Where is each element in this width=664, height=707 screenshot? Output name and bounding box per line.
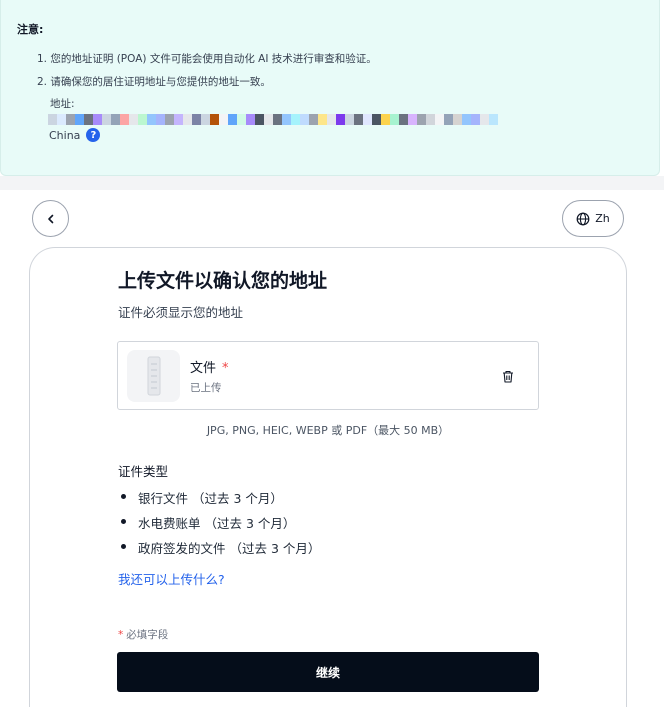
redaction-block [183,114,192,125]
globe-icon [576,212,590,225]
file-upload-field[interactable]: 文件 * 已上传 [117,341,539,410]
address-country: China ? [49,128,101,142]
language-button[interactable]: Zh [562,200,624,237]
redaction-block [480,114,489,125]
redaction-block [372,114,381,125]
redaction-block [228,114,237,125]
required-star: * [222,361,229,376]
redaction-block [264,114,273,125]
redaction-block [354,114,363,125]
redaction-block [66,114,75,125]
address-label: 地址: [50,98,75,110]
redaction-block [444,114,453,125]
chevron-left-icon [47,214,53,223]
continue-button[interactable]: 继续 [117,652,539,692]
redaction-block [327,114,336,125]
list-item: 政府签发的文件 （过去 3 个月） [118,538,320,563]
redaction-block [129,114,138,125]
document-thumbnail-icon [127,350,180,402]
redaction-block [147,114,156,125]
page-title: 上传文件以确认您的地址 [118,270,328,292]
redaction-block [282,114,291,125]
file-status: 已上传 [190,382,222,394]
redaction-block [381,114,390,125]
required-note: * 必填字段 [118,627,168,642]
redaction-block [237,114,246,125]
redaction-block [246,114,255,125]
redaction-block [291,114,300,125]
redaction-block [210,114,219,125]
redaction-block [453,114,462,125]
redaction-block [417,114,426,125]
notice-item-1: 1. 您的地址证明 (POA) 文件可能会使用自动化 AI 技术进行审查和验证。 [37,53,377,65]
redacted-address [48,114,498,125]
redaction-block [255,114,264,125]
doc-types-list: 银行文件 （过去 3 个月） 水电费账单 （过去 3 个月） 政府签发的文件 （… [118,488,320,563]
redaction-block [363,114,372,125]
file-format-hint: JPG, PNG, HEIC, WEBP 或 PDF（最大 50 MB） [206,424,450,437]
redaction-block [192,114,201,125]
redaction-block [390,114,399,125]
redaction-block [93,114,102,125]
redaction-block [219,114,228,125]
redaction-block [48,114,57,125]
redaction-block [471,114,480,125]
redaction-block [408,114,417,125]
section-divider [0,176,664,190]
notice-banner: 注意: 1. 您的地址证明 (POA) 文件可能会使用自动化 AI 技术进行审查… [0,0,660,176]
redaction-block [120,114,129,125]
more-uploads-link[interactable]: 我还可以上传什么? [118,569,225,588]
redaction-block [426,114,435,125]
list-item: 水电费账单 （过去 3 个月） [118,513,320,538]
trash-icon[interactable] [500,368,516,384]
redaction-block [273,114,282,125]
file-label-text: 文件 [190,361,217,376]
redaction-block [336,114,345,125]
redaction-block [399,114,408,125]
required-note-star: * [118,629,124,641]
file-label: 文件 * [190,357,229,376]
redaction-block [201,114,210,125]
redaction-block [309,114,318,125]
redaction-block [318,114,327,125]
required-note-text: 必填字段 [126,629,169,641]
question-icon[interactable]: ? [86,128,101,142]
redaction-block [75,114,84,125]
redaction-block [300,114,309,125]
notice-title: 注意: [17,23,44,36]
notice-item-2: 2. 请确保您的居住证明地址与您提供的地址一致。 [37,76,271,88]
page-subtitle: 证件必须显示您的地址 [118,305,244,320]
redaction-block [435,114,444,125]
country-text: China [49,128,81,142]
redaction-block [462,114,471,125]
list-item: 银行文件 （过去 3 个月） [118,488,320,513]
redaction-block [84,114,93,125]
redaction-block [57,114,66,125]
redaction-block [489,114,498,125]
redaction-block [345,114,354,125]
redaction-block [156,114,165,125]
redaction-block [111,114,120,125]
back-button[interactable] [32,200,69,237]
redaction-block [138,114,147,125]
language-label: Zh [595,212,610,225]
redaction-block [102,114,111,125]
doc-types-title: 证件类型 [118,464,169,479]
redaction-block [174,114,183,125]
redaction-block [165,114,174,125]
